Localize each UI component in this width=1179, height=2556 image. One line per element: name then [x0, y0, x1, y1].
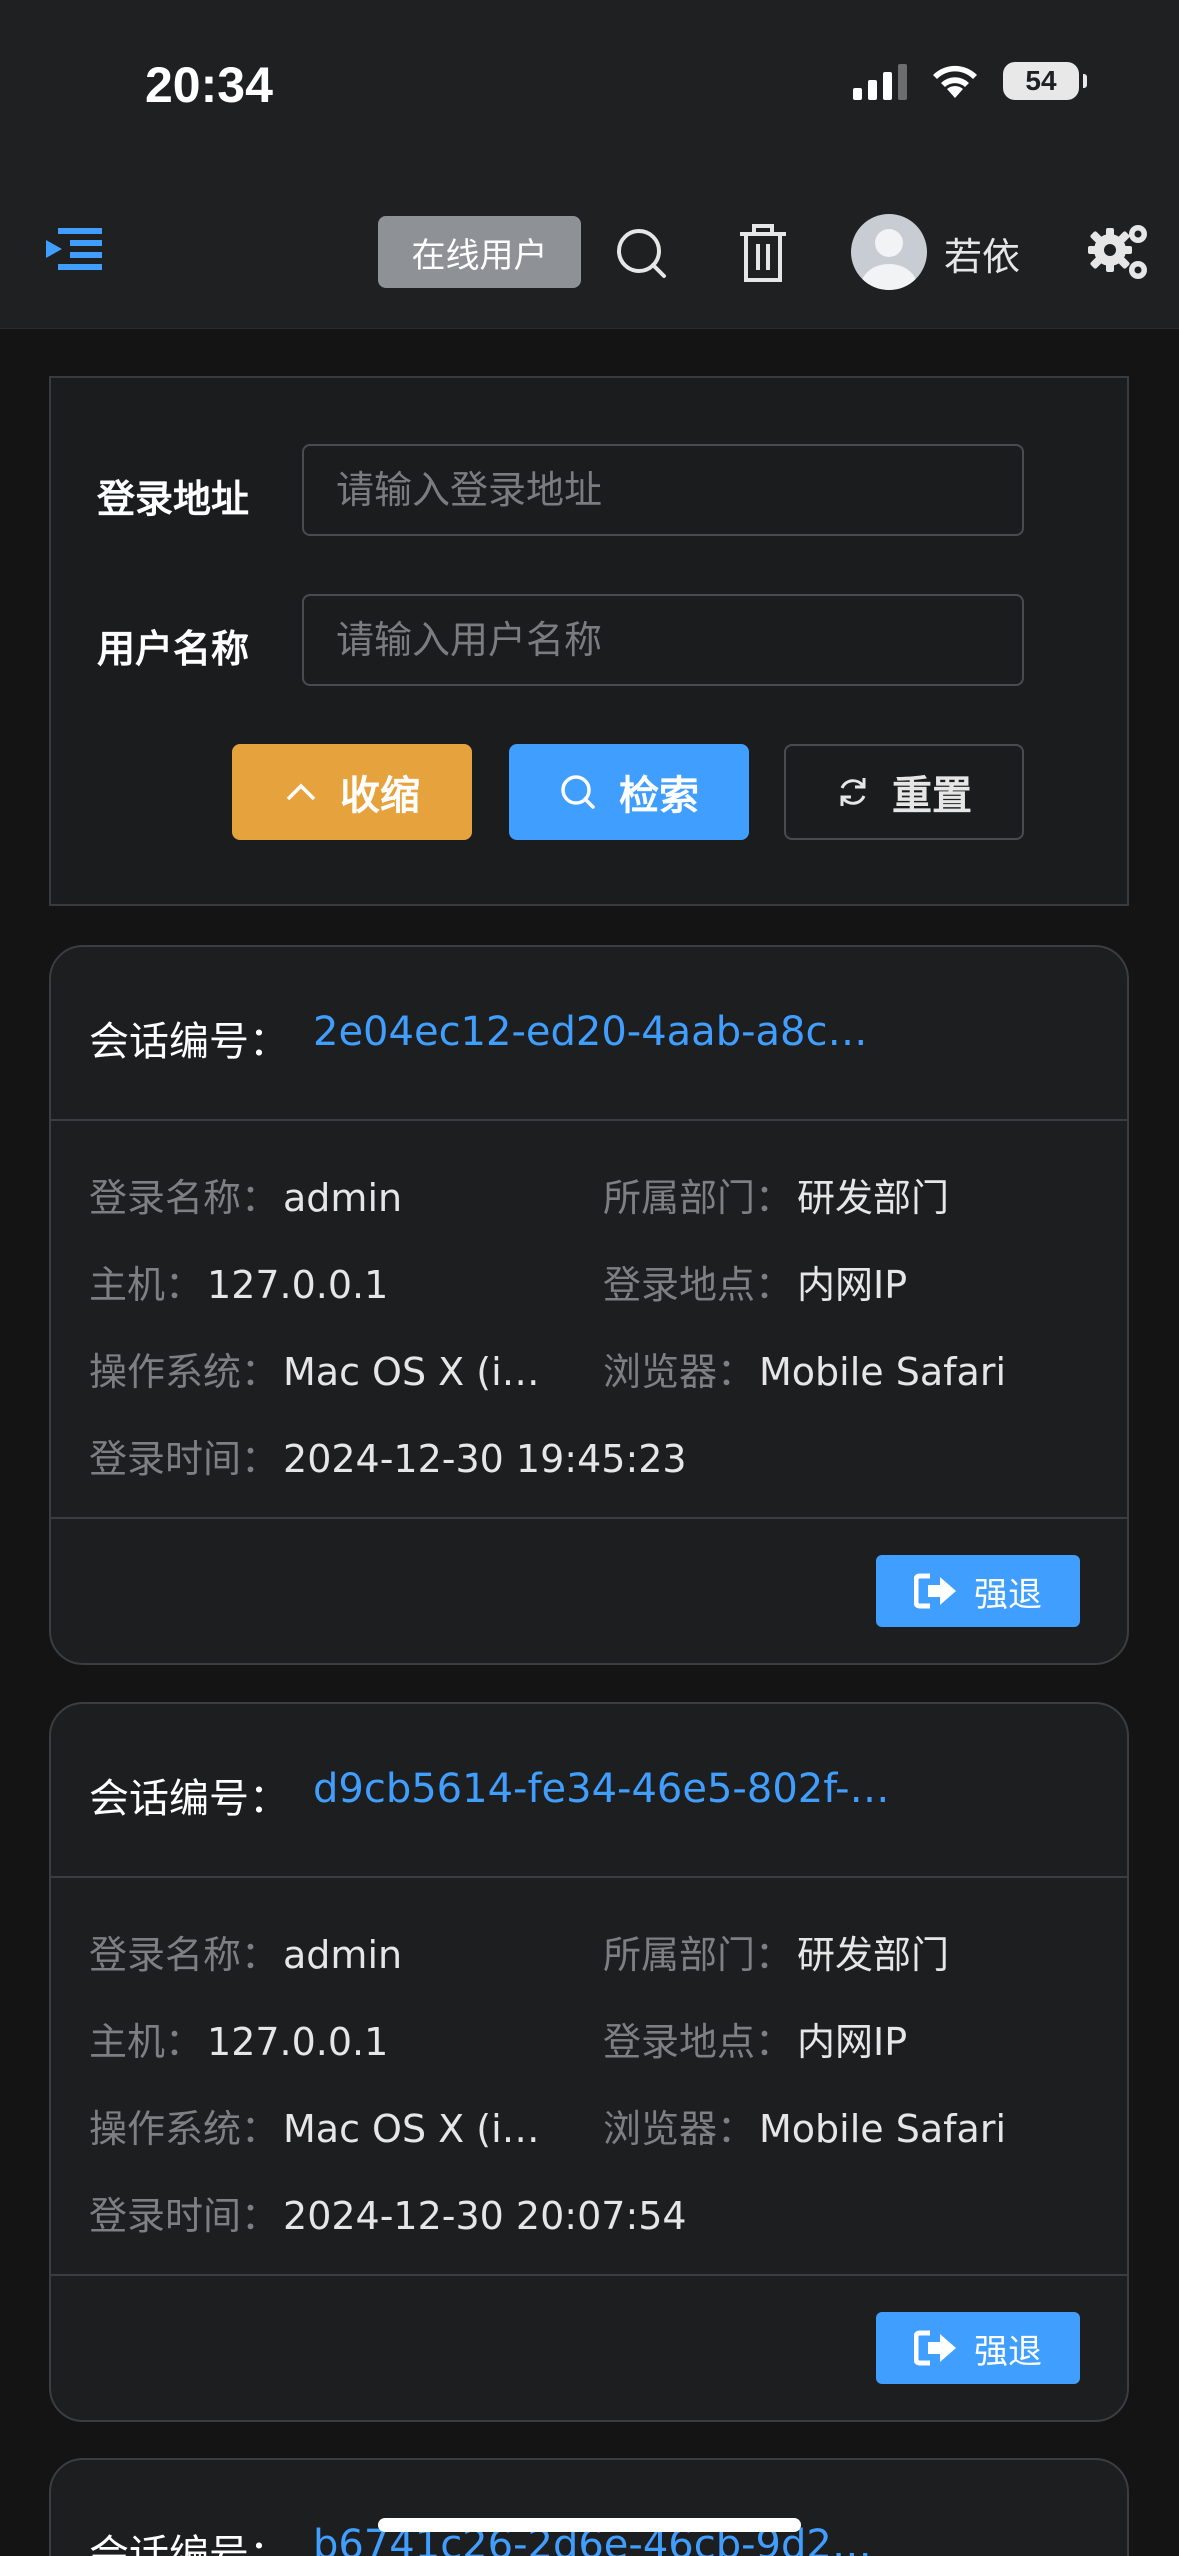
- session-id-label: 会话编号：: [89, 1776, 289, 1822]
- session-card: 会话编号： b6741c26-2d6e-46cb-9d2…: [49, 2458, 1129, 2556]
- login-time-field: 登录时间： 2024-12-30 19:45:23: [89, 1428, 687, 1483]
- status-icons: 54: [853, 62, 1087, 100]
- sign-out-icon: [914, 1573, 956, 1609]
- refresh-icon: [840, 778, 866, 806]
- search-form: 登录地址 用户名称 收缩 检索 重置: [49, 376, 1129, 906]
- browser-label: 浏览器：: [603, 1350, 756, 1394]
- browser-value: Mobile Safari: [759, 1350, 1006, 1394]
- force-logout-label: 强退: [974, 2331, 1042, 2372]
- trash-icon[interactable]: [734, 222, 792, 284]
- session-card-body: 登录名称： admin 所属部门： 研发部门 主机： 127.0.0.1 登录地点：内…: [51, 1878, 1127, 2276]
- user-avatar[interactable]: [851, 214, 927, 290]
- wifi-icon: [933, 65, 977, 98]
- session-card-header: 会话编号： 2e04ec12-ed20-4aab-a8c…: [51, 947, 1127, 1121]
- host-field: 主机： 127.0.0.1: [89, 2011, 388, 2066]
- host-value: 127.0.0.1: [207, 2020, 389, 2064]
- host-label: 主机：: [89, 1263, 204, 1307]
- session-id-value: 2e04ec12-ed20-4aab-a8c…: [313, 1009, 868, 1055]
- online-users-page: 20:34 54 在线用户 若依 登录地址 请输入登录地址 用户名称 请输入用户…: [0, 0, 1179, 2556]
- sign-out-icon: [914, 2330, 956, 2366]
- cellular-signal-icon: [853, 62, 907, 100]
- browser-value: Mobile Safari: [759, 2107, 1006, 2151]
- avatar-person-icon: [861, 229, 917, 290]
- session-id-label: 会话编号：: [89, 1019, 289, 1065]
- os-label: 操作系统：: [89, 2107, 280, 2151]
- login-name-label: 登录名称：: [89, 1933, 280, 1977]
- username-filter-label: 用户名称: [97, 627, 250, 671]
- location-label: 登录地点：: [603, 2020, 794, 2064]
- reset-button-label: 重置: [892, 773, 972, 819]
- dept-label: 所属部门：: [603, 1933, 794, 1977]
- form-row-username: 用户名称: [51, 594, 1127, 690]
- dept-label: 所属部门：: [603, 1176, 794, 1220]
- force-logout-button[interactable]: 强退: [876, 2312, 1080, 2384]
- session-card-header: 会话编号： b6741c26-2d6e-46cb-9d2…: [51, 2460, 1127, 2556]
- session-card-body: 登录名称： admin 所属部门： 研发部门 主机： 127.0.0.1 登录地点：内…: [51, 1121, 1127, 1519]
- dept-value: 研发部门: [797, 1933, 950, 1977]
- location-field: 登录地点： 内网IP: [603, 2011, 907, 2066]
- host-label: 主机：: [89, 2020, 204, 2064]
- search-button[interactable]: 检索: [509, 744, 749, 840]
- login-name-field: 登录名称： admin: [89, 1167, 402, 1222]
- status-bar: 20:34 54: [0, 0, 1179, 180]
- form-row-ipaddr: 登录地址: [51, 444, 1127, 540]
- login-name-value: admin: [283, 1933, 403, 1977]
- session-id-label: 会话编号：: [89, 2532, 289, 2556]
- ipaddr-label: 登录地址: [97, 477, 250, 521]
- browser-field: 浏览器： Mobile Safari: [603, 2098, 1006, 2153]
- session-card-header: 会话编号： d9cb5614-fe34-46e5-802f-…: [51, 1704, 1127, 1878]
- os-field: 操作系统： Mac OS X (i…: [89, 2098, 540, 2153]
- dept-value: 研发部门: [797, 1176, 950, 1220]
- session-card-footer: 强退: [51, 1519, 1127, 1663]
- search-icon: [561, 775, 595, 809]
- location-label: 登录地点：: [603, 1263, 794, 1307]
- session-card: 会话编号： d9cb5614-fe34-46e5-802f-… 登录名称： adm…: [49, 1702, 1129, 2422]
- app-navbar: 在线用户 若依: [0, 180, 1179, 329]
- browser-label: 浏览器：: [603, 2107, 756, 2151]
- session-card: 会话编号： 2e04ec12-ed20-4aab-a8c… 登录名称： admin…: [49, 945, 1129, 1665]
- search-button-label: 检索: [619, 773, 699, 819]
- session-card-footer: 强退: [51, 2276, 1127, 2420]
- force-logout-label: 强退: [974, 1574, 1042, 1615]
- location-value: 内网IP: [797, 2020, 908, 2064]
- login-name-value: admin: [283, 1176, 403, 1220]
- battery-icon: 54: [1003, 62, 1087, 100]
- os-value: Mac OS X (i…: [283, 1350, 540, 1394]
- os-label: 操作系统：: [89, 1350, 280, 1394]
- location-field: 登录地点： 内网IP: [603, 1254, 907, 1309]
- login-time-label: 登录时间：: [89, 1437, 280, 1481]
- reset-button[interactable]: 重置: [784, 744, 1024, 840]
- login-time-value: 2024-12-30 20:07:54: [283, 2194, 687, 2238]
- menu-fold-icon[interactable]: [44, 220, 104, 280]
- location-value: 内网IP: [797, 1263, 908, 1307]
- os-value: Mac OS X (i…: [283, 2107, 540, 2151]
- collapse-button[interactable]: 收缩: [232, 744, 472, 840]
- dept-field: 所属部门： 研发部门: [603, 1167, 949, 1222]
- collapse-button-label: 收缩: [340, 773, 420, 819]
- session-id-value: d9cb5614-fe34-46e5-802f-…: [313, 1766, 890, 1812]
- login-name-field: 登录名称： admin: [89, 1924, 402, 1979]
- login-name-label: 登录名称：: [89, 1176, 280, 1220]
- username-input[interactable]: [302, 594, 1024, 686]
- chevron-up-icon: [286, 783, 316, 801]
- dept-field: 所属部门： 研发部门: [603, 1924, 949, 1979]
- os-field: 操作系统： Mac OS X (i…: [89, 1341, 540, 1396]
- home-indicator: [378, 2518, 801, 2532]
- login-time-value: 2024-12-30 19:45:23: [283, 1437, 687, 1481]
- force-logout-button[interactable]: 强退: [876, 1555, 1080, 1627]
- host-value: 127.0.0.1: [207, 1263, 389, 1307]
- status-time: 20:34: [145, 57, 273, 113]
- settings-gear-icon[interactable]: [1086, 220, 1152, 286]
- browser-field: 浏览器： Mobile Safari: [603, 1341, 1006, 1396]
- host-field: 主机： 127.0.0.1: [89, 1254, 388, 1309]
- ipaddr-input[interactable]: [302, 444, 1024, 536]
- search-icon[interactable]: [612, 224, 670, 282]
- login-time-label: 登录时间：: [89, 2194, 280, 2238]
- username-label[interactable]: 若依: [944, 226, 1020, 281]
- online-users-tag[interactable]: 在线用户: [378, 216, 581, 288]
- login-time-field: 登录时间： 2024-12-30 20:07:54: [89, 2185, 687, 2240]
